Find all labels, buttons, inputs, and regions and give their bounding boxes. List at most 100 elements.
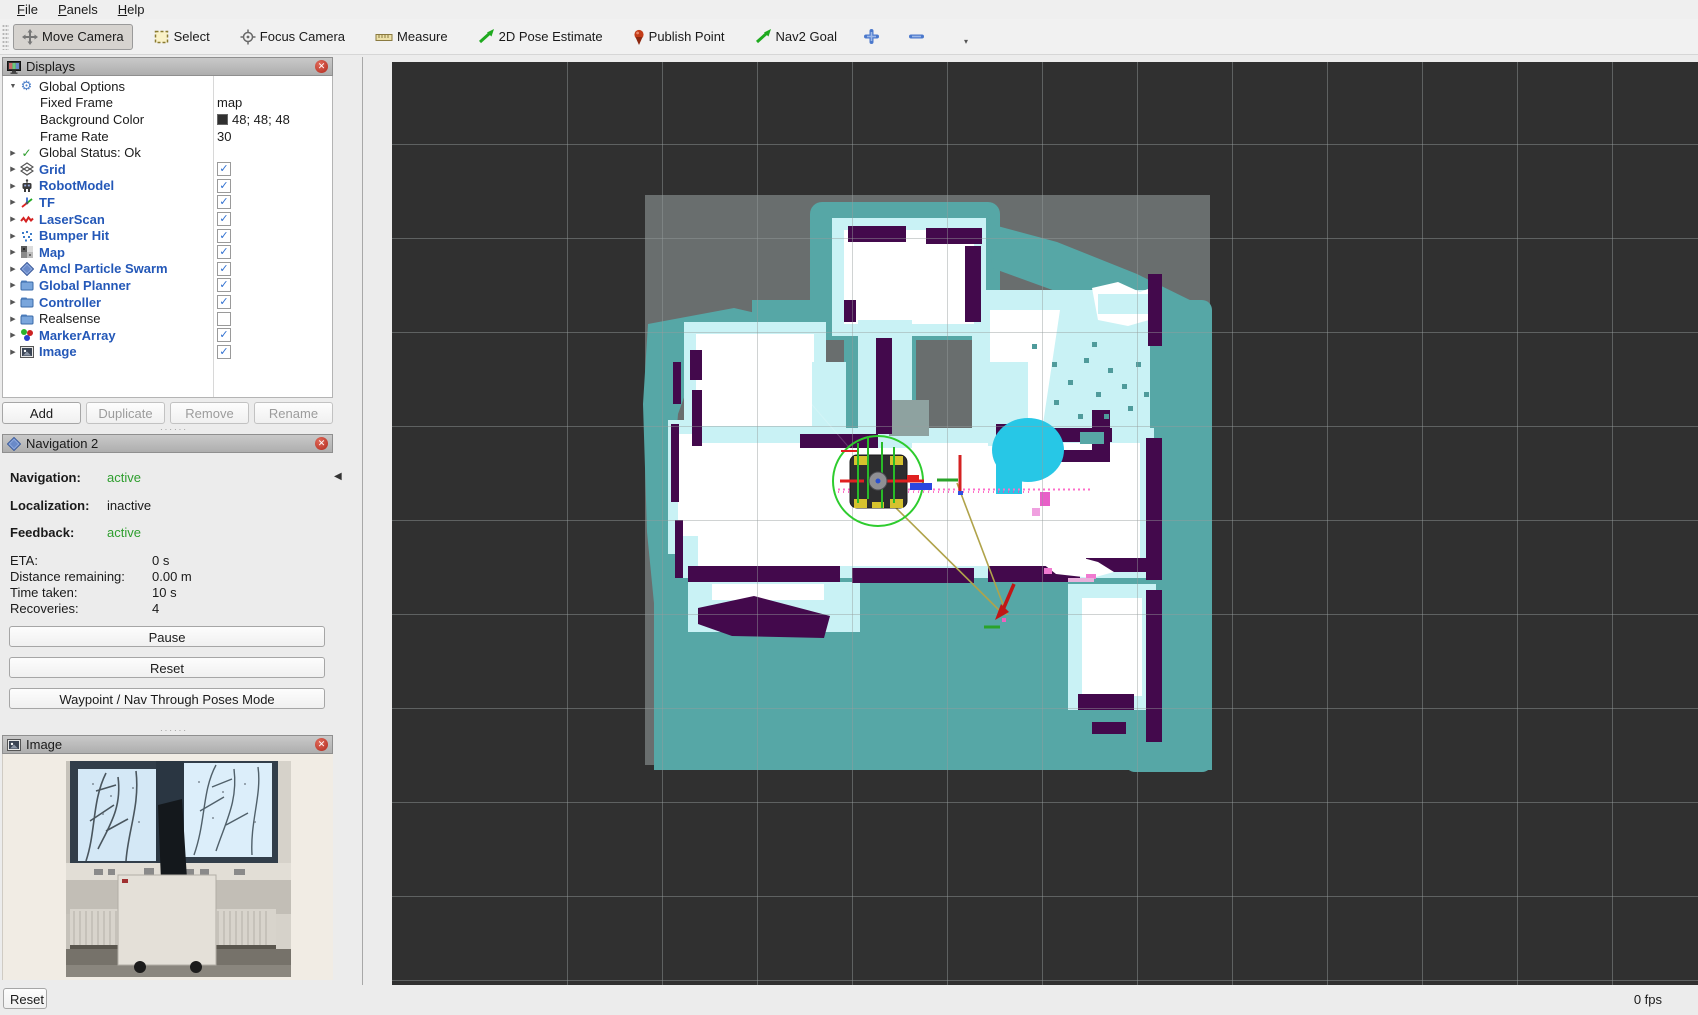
tree-row-global-options[interactable]: ▼ ⚙ Global Options [3,78,332,95]
tree-row-background-color[interactable]: Background Color 48; 48; 48 [3,111,332,128]
toolbar-extension-arrow[interactable]: ▾ [964,37,968,46]
tool-2d-pose-estimate[interactable]: 2D Pose Estimate [469,24,612,49]
tree-row-fixed-frame[interactable]: Fixed Frame map [3,95,332,112]
tree-row-global-planner[interactable]: ▶ Global Planner [3,277,332,294]
controller-checkbox[interactable] [217,295,231,309]
tree-row-tf[interactable]: ▶ TF [3,194,332,211]
distance-remaining-row: Distance remaining: 0.00 m [10,569,325,584]
expander-icon[interactable]: ▶ [7,149,19,157]
add-tool-button[interactable] [858,24,885,49]
expander-icon[interactable]: ▼ [7,83,19,90]
expander-icon[interactable]: ▶ [7,298,19,306]
plus-icon [864,29,879,44]
splitter-handle[interactable]: ······ [160,726,188,735]
menu-panels[interactable]: Panels [49,1,107,18]
image-panel-header[interactable]: Image ✕ [2,735,333,754]
eta-row: ETA: 0 s [10,553,325,568]
remove-button[interactable]: Remove [170,402,249,424]
tool-move-camera[interactable]: Move Camera [13,24,133,50]
tool-measure[interactable]: Measure [366,24,457,49]
image-checkbox[interactable] [217,345,231,359]
dock-separator[interactable] [362,57,363,985]
rename-button[interactable]: Rename [254,402,333,424]
menu-file[interactable]: File [8,1,47,18]
minus-icon [909,29,924,44]
3d-viewport[interactable] [392,62,1698,985]
image-close-icon[interactable]: ✕ [315,738,328,751]
statusbar-reset-button[interactable]: Reset [3,988,47,1009]
tool-select[interactable]: Select [145,24,219,50]
fps-indicator: 0 fps [1634,992,1662,1007]
realsense-checkbox[interactable] [217,312,231,326]
image-panel-body [2,754,333,980]
tool-publish-point[interactable]: Publish Point [624,24,734,50]
displays-panel-header[interactable]: Displays ✕ [2,57,333,76]
expander-icon[interactable]: ▶ [7,232,19,240]
menu-bar: File Panels Help [0,0,1698,19]
collapse-arrow-icon[interactable]: ◀ [334,471,342,482]
grid-checkbox[interactable] [217,162,231,176]
tree-row-amcl-particle-swarm[interactable]: ▶ Amcl Particle Swarm [3,261,332,278]
expander-icon[interactable]: ▶ [7,215,19,223]
navigation-panel-header[interactable]: Navigation 2 ✕ [2,434,333,453]
tree-row-frame-rate[interactable]: Frame Rate 30 [3,128,332,145]
map-checkbox[interactable] [217,245,231,259]
remove-tool-button[interactable] [903,24,930,49]
tree-row-map[interactable]: ▶ Map [3,244,332,261]
expander-icon[interactable]: ▶ [7,331,19,339]
add-button[interactable]: Add [2,402,81,424]
expander-icon[interactable]: ▶ [7,315,19,323]
tree-row-realsense[interactable]: ▶ Realsense [3,310,332,327]
robotmodel-checkbox[interactable] [217,179,231,193]
tree-row-robotmodel[interactable]: ▶ RobotModel [3,178,332,195]
tree-row-laserscan[interactable]: ▶ LaserScan [3,211,332,228]
tree-row-global-status[interactable]: ▶ ✓ Global Status: Ok [3,144,332,161]
tree-row-bumper-hit[interactable]: ▶ Bumper Hit [3,227,332,244]
nav-reset-button[interactable]: Reset [9,657,325,678]
recoveries-row: Recoveries: 4 [10,601,325,616]
pause-button[interactable]: Pause [9,626,325,647]
amcl-checkbox[interactable] [217,262,231,276]
navigation-close-icon[interactable]: ✕ [315,437,328,450]
bumper-hit-checkbox[interactable] [217,229,231,243]
navigation-panel: Navigation 2 ✕ Navigation: active Locali… [2,434,333,731]
expander-icon[interactable]: ▶ [7,265,19,273]
tool-label: Measure [397,29,448,44]
expander-icon[interactable]: ▶ [7,281,19,289]
expander-icon[interactable]: ▶ [7,348,19,356]
fixed-frame-value[interactable]: map [217,95,242,110]
markerarray-checkbox[interactable] [217,328,231,342]
laserscan-icon [19,212,34,226]
tool-nav2-goal[interactable]: Nav2 Goal [746,24,846,49]
localization-status-row: Localization: inactive [10,498,325,513]
markers-icon [19,328,34,342]
frame-rate-value[interactable]: 30 [217,129,231,144]
navigation-status-value: active [107,470,141,485]
displays-close-icon[interactable]: ✕ [315,60,328,73]
expander-icon[interactable]: ▶ [7,165,19,173]
tree-row-markerarray[interactable]: ▶ MarkerArray [3,327,332,344]
splitter-handle[interactable]: ······ [160,425,188,434]
tree-row-controller[interactable]: ▶ Controller [3,294,332,311]
global-planner-checkbox[interactable] [217,278,231,292]
duplicate-button[interactable]: Duplicate [86,402,165,424]
image-panel-title: Image [26,737,62,752]
tree-row-grid[interactable]: ▶ Grid [3,161,332,178]
move-camera-icon [22,29,38,45]
publish-point-icon [633,29,645,45]
tool-focus-camera[interactable]: Focus Camera [231,24,354,50]
eta-value: 0 s [152,553,169,568]
expander-icon[interactable]: ▶ [7,182,19,190]
toolbar-drag-handle[interactable] [2,24,9,50]
tf-checkbox[interactable] [217,195,231,209]
laserscan-checkbox[interactable] [217,212,231,226]
menu-help[interactable]: Help [109,1,154,18]
camera-image [66,761,291,977]
tree-row-image[interactable]: ▶ Image [3,344,332,361]
background-color-value[interactable]: 48; 48; 48 [217,112,290,127]
expander-icon[interactable]: ▶ [7,248,19,256]
time-taken-value: 10 s [152,585,177,600]
gear-icon: ⚙ [19,79,34,93]
waypoint-mode-button[interactable]: Waypoint / Nav Through Poses Mode [9,688,325,709]
expander-icon[interactable]: ▶ [7,198,19,206]
